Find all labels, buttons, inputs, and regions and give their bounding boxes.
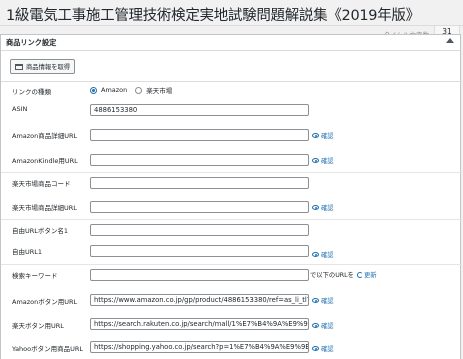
free-url-button-1-input[interactable]	[90, 224, 309, 236]
collapse-arrow-icon[interactable]	[446, 38, 454, 43]
search-keyword-suffix: で以下のURLを 更新	[310, 270, 377, 279]
eye-icon	[312, 205, 319, 210]
free-url-1-label: 自由URL1	[12, 248, 43, 256]
amazon-kindle-url-confirm-link[interactable]: 確認	[312, 156, 334, 165]
product-box-icon	[15, 63, 23, 70]
confirm-link-text: 確認	[321, 205, 334, 212]
eye-icon	[312, 133, 319, 138]
title-divider	[0, 25, 463, 26]
eye-icon	[312, 323, 319, 328]
amazon-button-url-input[interactable]: https://www.amazon.co.jp/gp/product/4886…	[90, 294, 309, 306]
asin-input[interactable]: 4886153380	[90, 104, 309, 116]
free-url-button-1-label: 自由URLボタン名1	[12, 227, 69, 235]
radio-amazon-label[interactable]: Amazon	[101, 86, 127, 94]
rakuten-code-input[interactable]	[90, 177, 309, 189]
refresh-icon	[356, 271, 363, 278]
metabox-title: 商品リンク設定	[6, 38, 57, 47]
asin-label: ASIN	[12, 105, 28, 113]
amazon-button-url-label: Amazonボタン用URL	[12, 298, 78, 306]
amazon-button-url-confirm-link[interactable]: 確認	[312, 296, 334, 305]
link-type-radio-group: Amazon 楽天市場	[90, 85, 176, 95]
rakuten-code-label: 楽天市場商品コード	[12, 180, 71, 188]
amazon-detail-url-confirm-link[interactable]: 確認	[312, 131, 334, 140]
post-title[interactable]: 1級電気工事施工管理技術検定実地試験問題解説集《2019年版》	[0, 0, 463, 22]
confirm-link-text: 確認	[321, 346, 334, 353]
eye-icon	[312, 298, 319, 303]
refresh-link[interactable]: 更新	[356, 270, 377, 279]
radio-rakuten[interactable]	[135, 86, 143, 94]
rakuten-detail-url-label: 楽天市場商品詳細URL	[12, 204, 77, 212]
fetch-product-info-button[interactable]: 商品情報を取得	[10, 59, 75, 74]
eye-icon	[312, 158, 319, 163]
confirm-link-text: 確認	[321, 298, 334, 305]
rakuten-button-url-confirm-link[interactable]: 確認	[312, 321, 334, 330]
search-keyword-label: 検索キーワード	[12, 272, 58, 280]
section-divider	[1, 81, 462, 82]
confirm-link-text: 確認	[321, 252, 334, 259]
yahoo-button-url-input[interactable]: https://shopping.yahoo.co.jp/search?p=1%…	[90, 341, 309, 353]
confirm-link-text: 確認	[321, 133, 334, 140]
yahoo-button-url-label: Yahooボタン用商品URL	[12, 345, 84, 353]
yahoo-button-url-confirm-link[interactable]: 確認	[312, 344, 334, 353]
amazon-kindle-url-input[interactable]	[90, 154, 309, 166]
search-keyword-input[interactable]	[90, 269, 309, 281]
eye-icon	[312, 252, 319, 257]
rakuten-button-url-label: 楽天ボタン用URL	[12, 322, 64, 330]
rakuten-button-url-input[interactable]: https://search.rakuten.co.jp/search/mall…	[90, 318, 309, 330]
product-link-metabox: 商品リンク設定 商品情報を取得 リンクの種類 Amazon 楽天市場 ASIN …	[0, 34, 462, 359]
confirm-link-text: 確認	[321, 158, 334, 165]
radio-amazon[interactable]	[90, 86, 97, 94]
radio-rakuten-label[interactable]: 楽天市場	[146, 85, 172, 95]
confirm-link-text: 確認	[321, 323, 334, 330]
free-url-1-confirm-link[interactable]: 確認	[312, 250, 334, 259]
amazon-kindle-url-label: AmazonKindle用URL	[12, 157, 78, 165]
metabox-header[interactable]: 商品リンク設定	[1, 35, 460, 51]
rakuten-detail-url-input[interactable]	[90, 201, 309, 213]
fetch-button-label: 商品情報を取得	[26, 64, 71, 71]
amazon-detail-url-input[interactable]	[90, 129, 309, 141]
row-divider	[1, 264, 462, 265]
rakuten-detail-url-confirm-link[interactable]: 確認	[312, 203, 334, 212]
free-url-1-input[interactable]	[90, 245, 309, 257]
link-type-label: リンクの種類	[12, 88, 51, 96]
row-divider	[1, 219, 462, 220]
row-divider	[1, 172, 462, 173]
amazon-detail-url-label: Amazon商品詳細URL	[12, 132, 78, 140]
search-suffix-text: で以下のURLを	[310, 272, 354, 279]
eye-icon	[312, 346, 319, 351]
refresh-link-text: 更新	[363, 272, 377, 279]
